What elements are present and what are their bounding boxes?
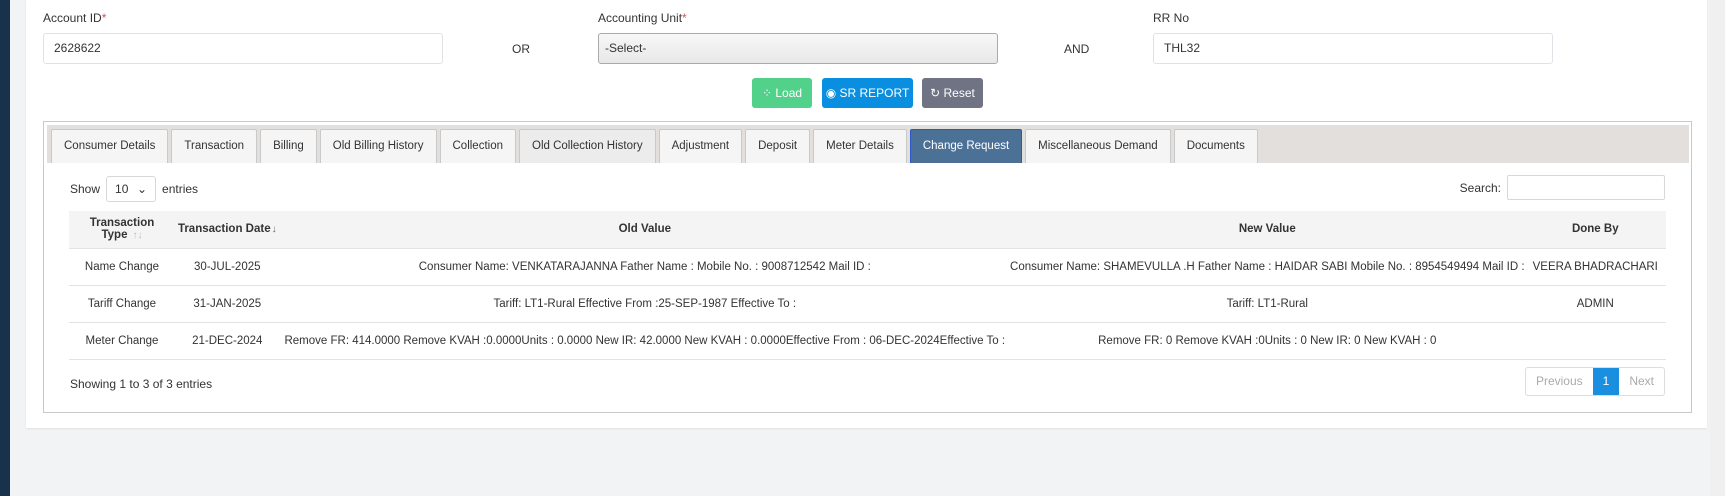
cell-old-value: Tariff: LT1-Rural Effective From :25-SEP… xyxy=(279,284,1011,322)
cell-date: 21-DEC-2024 xyxy=(174,321,280,360)
cell-date: 30-JUL-2025 xyxy=(174,247,280,285)
cell-done-by: VEERA BHADRACHARI xyxy=(1524,247,1666,285)
table-header-row: Transaction Type ↑↓ Transaction Date↓ Old… xyxy=(69,211,1666,248)
col-done-by[interactable]: Done By xyxy=(1524,211,1666,248)
previous-button[interactable]: Previous xyxy=(1526,368,1593,395)
tab-meter-details[interactable]: Meter Details xyxy=(813,129,907,163)
cell-type: Name Change xyxy=(69,247,175,285)
or-label: OR xyxy=(512,42,530,56)
tab-adjustment[interactable]: Adjustment xyxy=(658,129,743,163)
cell-new-value: Tariff: LT1-Rural xyxy=(1010,284,1525,322)
cell-new-value: Consumer Name: SHAMEVULLA .H Father Name… xyxy=(1010,247,1525,285)
tab-miscellaneous-demand[interactable]: Miscellaneous Demand xyxy=(1025,129,1171,163)
entries-label: entries xyxy=(162,182,199,196)
account-id-label: Account ID* xyxy=(43,11,107,25)
tab-old-collection-history[interactable]: Old Collection History xyxy=(519,129,656,163)
col-transaction-type[interactable]: Transaction Type ↑↓ xyxy=(69,211,175,248)
sr-report-button[interactable]: ◉ SR REPORT xyxy=(822,78,913,108)
load-label: Load xyxy=(775,86,803,100)
chevron-down-icon: ⌄ xyxy=(136,182,148,196)
tab-old-billing-history[interactable]: Old Billing History xyxy=(319,129,437,163)
tab-bar: Consumer Details Transaction Billing Old… xyxy=(47,125,1689,163)
page-1-button[interactable]: 1 xyxy=(1592,368,1620,395)
and-label: AND xyxy=(1064,42,1090,56)
table-row: Meter Change 21-DEC-2024 Remove FR: 414.… xyxy=(69,321,1666,360)
cell-date: 31-JAN-2025 xyxy=(174,284,280,322)
cell-done-by xyxy=(1524,321,1666,360)
tab-collection[interactable]: Collection xyxy=(439,129,516,163)
entries-select[interactable]: 10 ⌄ xyxy=(106,176,157,202)
show-label: Show xyxy=(70,182,101,196)
cell-type: Tariff Change xyxy=(69,284,175,322)
tab-consumer-details[interactable]: Consumer Details xyxy=(51,129,169,163)
tab-transaction[interactable]: Transaction xyxy=(171,129,258,163)
account-id-input[interactable]: 2628622 xyxy=(43,33,443,64)
tab-change-request[interactable]: Change Request xyxy=(909,129,1023,163)
entries-length-control: Show 10 ⌄ entries xyxy=(70,176,198,202)
download-circle-icon: ◉ xyxy=(825,86,840,100)
col-new-value[interactable]: New Value xyxy=(1010,211,1525,248)
sr-report-label: SR REPORT xyxy=(839,86,910,100)
load-button[interactable]: ⁘ Load xyxy=(752,78,812,108)
reset-label: Reset xyxy=(943,86,975,100)
left-sidebar-edge xyxy=(0,0,10,496)
accounting-unit-label: Accounting Unit* xyxy=(598,11,687,25)
search-input[interactable] xyxy=(1507,175,1665,200)
tab-panel: Consumer Details Transaction Billing Old… xyxy=(43,121,1692,413)
tab-billing[interactable]: Billing xyxy=(260,129,317,163)
pagination: Previous 1 Next xyxy=(1524,367,1665,396)
tab-deposit[interactable]: Deposit xyxy=(745,129,811,163)
cell-done-by: ADMIN xyxy=(1524,284,1666,322)
sort-icon: ↑↓ xyxy=(132,230,143,242)
rr-no-label: RR No xyxy=(1153,11,1190,25)
tab-documents[interactable]: Documents xyxy=(1173,129,1258,163)
search-label: Search: xyxy=(1459,180,1501,195)
cell-type: Meter Change xyxy=(69,321,175,360)
search-control: Search: xyxy=(1460,175,1665,200)
col-old-value[interactable]: Old Value xyxy=(279,211,1011,248)
accounting-unit-select[interactable]: -Select- xyxy=(598,33,998,64)
rr-no-input[interactable]: THL32 xyxy=(1153,33,1553,64)
table-info: Showing 1 to 3 of 3 entries xyxy=(70,377,213,391)
cell-new-value: Remove FR: 0 Remove KVAH :0Units : 0 New… xyxy=(1010,321,1525,360)
refresh-icon: ↻ xyxy=(930,86,944,100)
cell-old-value: Remove FR: 414.0000 Remove KVAH :0.0000U… xyxy=(279,321,1011,360)
table-row: Name Change 30-JUL-2025 Consumer Name: V… xyxy=(69,247,1666,285)
sort-desc-icon: ↓ xyxy=(271,224,277,236)
cell-old-value: Consumer Name: VENKATARAJANNA Father Nam… xyxy=(279,247,1011,285)
page-scrollbar[interactable] xyxy=(1710,0,1725,496)
change-request-table: Transaction Type ↑↓ Transaction Date↓ Old… xyxy=(69,211,1666,360)
entries-value: 10 xyxy=(115,182,129,196)
reset-button[interactable]: ↻ Reset xyxy=(922,78,983,108)
next-button[interactable]: Next xyxy=(1619,368,1664,395)
spinner-icon: ⁘ xyxy=(761,86,776,100)
table-row: Tariff Change 31-JAN-2025 Tariff: LT1-Ru… xyxy=(69,284,1666,322)
col-transaction-date[interactable]: Transaction Date↓ xyxy=(174,211,280,248)
